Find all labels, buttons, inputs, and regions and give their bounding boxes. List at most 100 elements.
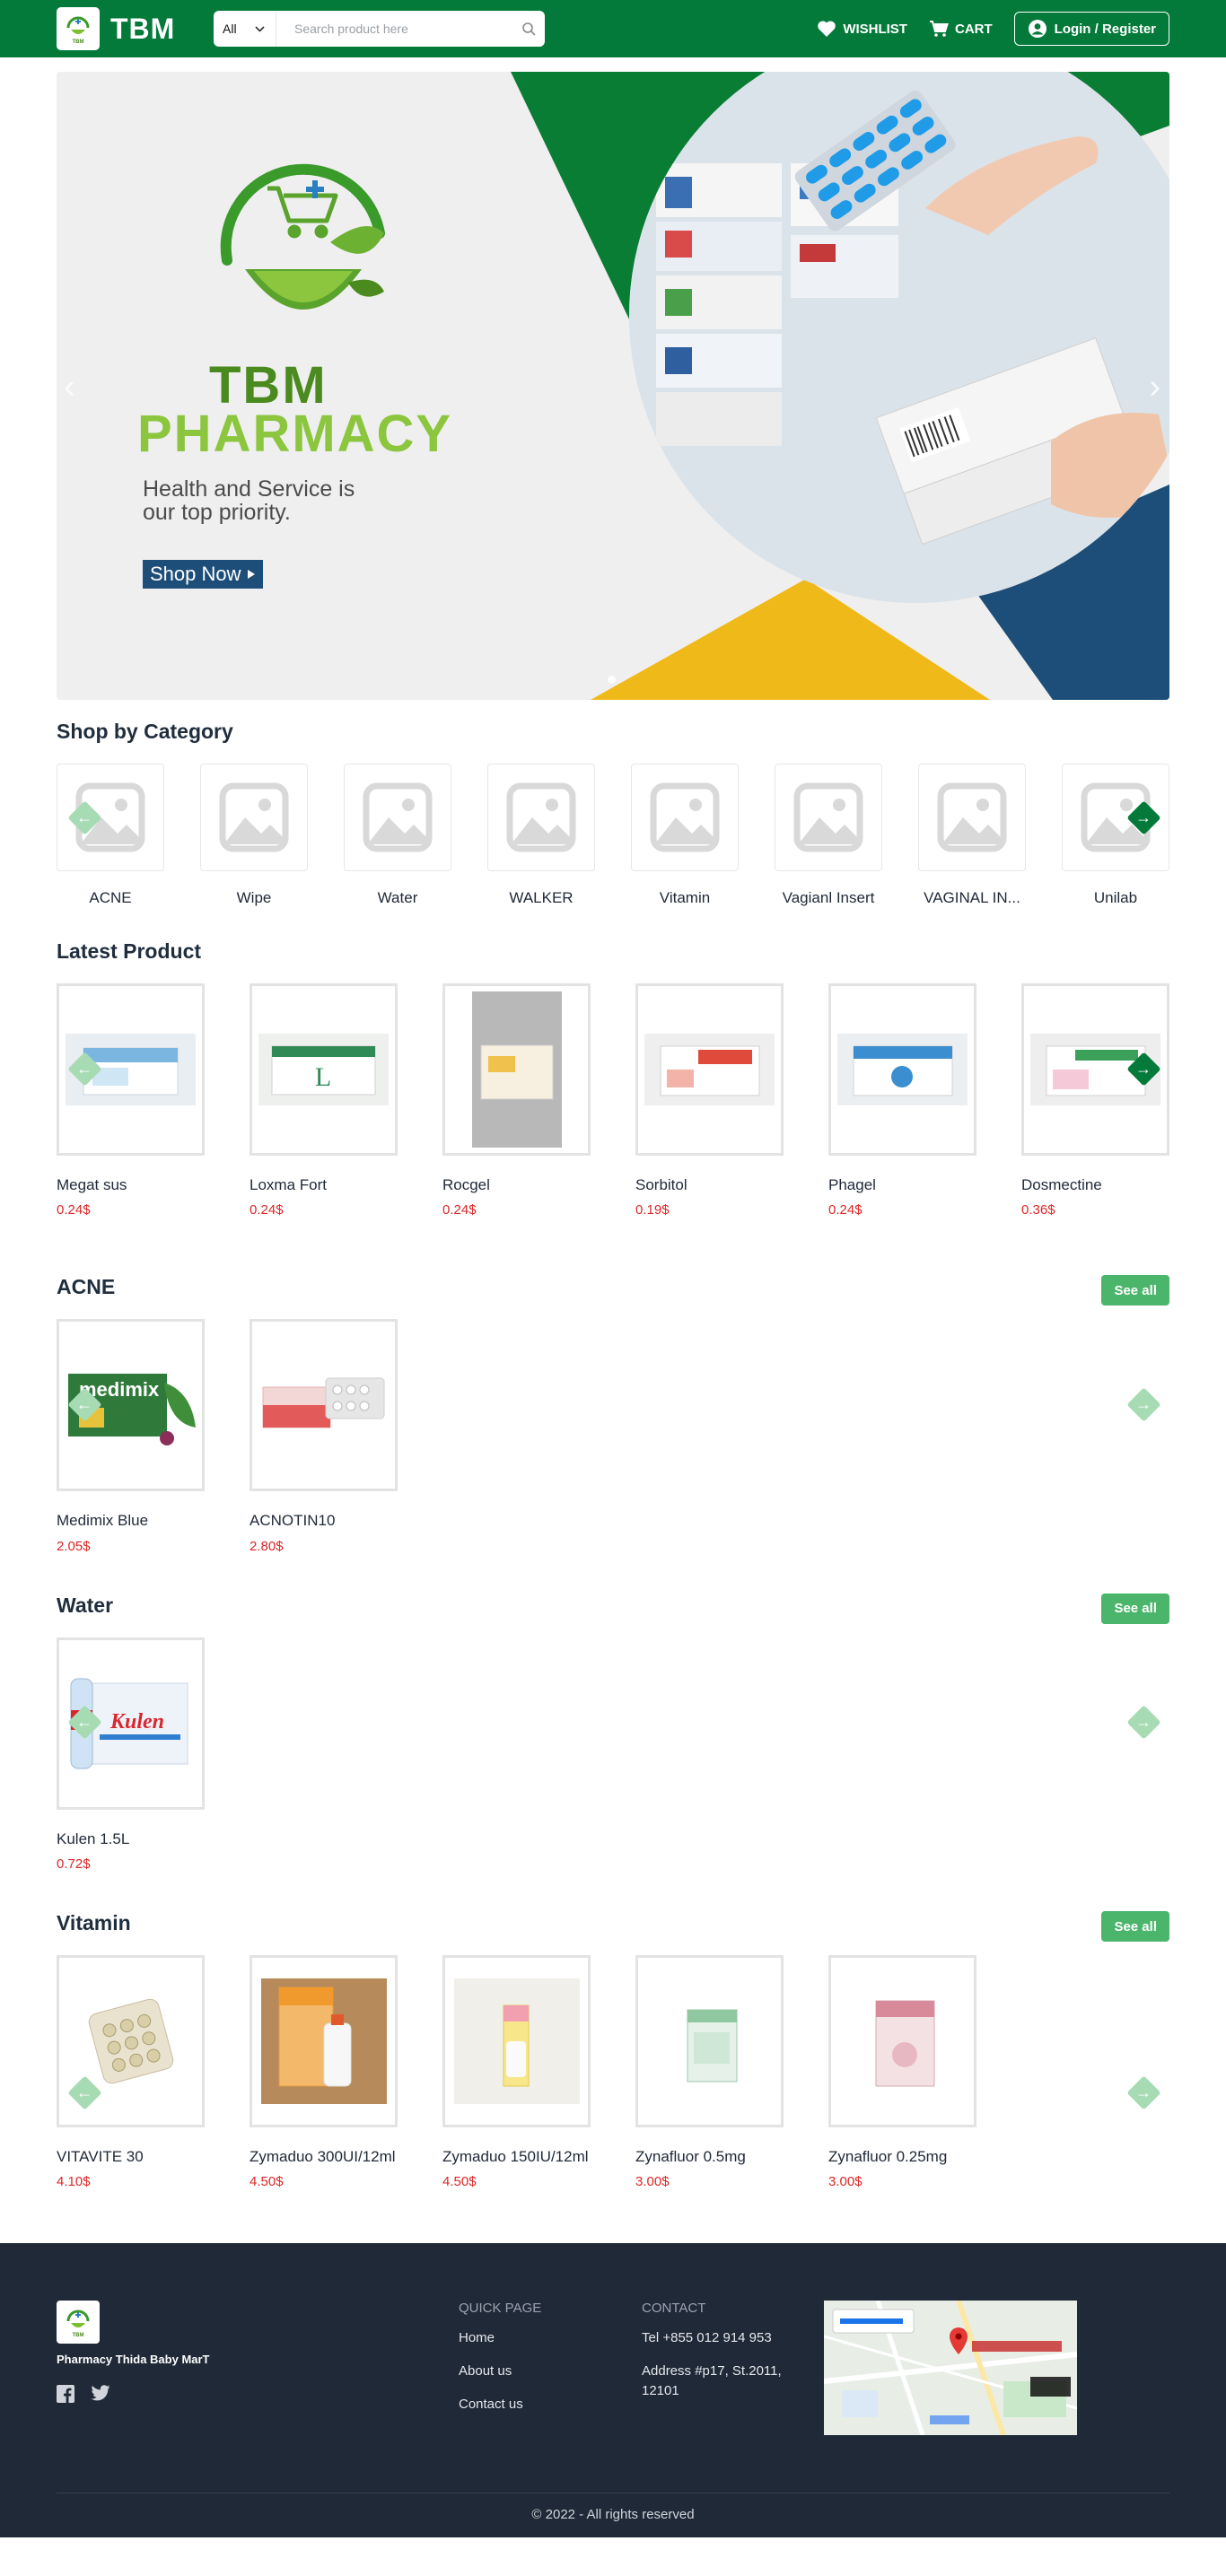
carousel-indicator-dot[interactable] <box>608 676 616 684</box>
arrow-right-icon[interactable]: → <box>1125 1051 1161 1087</box>
category-item[interactable]: Water <box>344 764 451 907</box>
social-links <box>57 2385 110 2404</box>
product-price: 2.05$ <box>57 1538 91 1554</box>
category-item[interactable]: ACNE <box>57 764 164 907</box>
product-name[interactable]: Megat sus <box>57 1174 205 1197</box>
shop-now-button[interactable]: Shop Now <box>143 560 263 589</box>
arrow-left-icon[interactable]: ← <box>66 1705 102 1740</box>
footer-link-contact[interactable]: Contact us <box>459 2395 541 2414</box>
footer-link-home[interactable]: Home <box>459 2328 541 2348</box>
vitamin-section: Vitamin See all VITAVITE 30 4.10$ Zymadu… <box>57 1911 1169 2189</box>
product-card[interactable]: Zynafluor 0.25mg 3.00$ <box>828 1955 976 2189</box>
category-item[interactable]: Unilab <box>1062 764 1169 907</box>
product-card[interactable]: Megat sus 0.24$ <box>57 983 205 1218</box>
carousel-prev-arrow-icon[interactable]: ‹ <box>64 368 75 406</box>
category-section: Shop by Category ACNE Wipe Water WALKER … <box>57 720 1169 907</box>
product-name[interactable]: ACNOTIN10 <box>250 1509 398 1533</box>
quick-page-heading: QUICK PAGE <box>459 2301 542 2317</box>
category-carousel: ACNE Wipe Water WALKER Vitamin Vagianl I… <box>57 764 1169 907</box>
cart-icon <box>929 21 949 37</box>
product-card[interactable]: ACNOTIN10 2.80$ <box>250 1319 398 1554</box>
product-price: 4.50$ <box>442 2174 477 2190</box>
product-card[interactable]: VITAVITE 30 4.10$ <box>57 1955 205 2189</box>
contact-tel[interactable]: Tel +855 012 914 953 <box>642 2328 812 2348</box>
see-all-button[interactable]: See all <box>1101 1593 1169 1624</box>
product-name[interactable]: Medimix Blue <box>57 1509 205 1533</box>
product-card[interactable]: Sorbitol 0.19$ <box>635 983 784 1218</box>
category-item[interactable]: Wipe <box>200 764 308 907</box>
product-name[interactable]: Zynafluor 0.25mg <box>828 2145 976 2169</box>
category-item[interactable]: Vagianl Insert <box>775 764 882 907</box>
product-card[interactable]: Rocgel 0.24$ <box>442 983 591 1218</box>
product-card[interactable]: Zynafluor 0.5mg 3.00$ <box>635 1955 784 2189</box>
product-price: 0.24$ <box>828 1202 863 1218</box>
product-name[interactable]: VITAVITE 30 <box>57 2145 205 2169</box>
contact-address: Address #p17, St.2011, 12101 <box>642 2363 782 2398</box>
product-image <box>250 1319 398 1492</box>
product-name[interactable]: Zynafluor 0.5mg <box>635 2145 784 2169</box>
arrow-left-icon[interactable]: ← <box>66 2074 102 2110</box>
arrow-right-icon[interactable]: → <box>1125 799 1161 835</box>
product-name[interactable]: Zymaduo 300UI/12ml <box>250 2145 398 2169</box>
product-card[interactable]: medimix Medimix Blue 2.05$ <box>57 1319 205 1554</box>
search-input[interactable] <box>276 11 512 47</box>
brand-logo: TBM <box>57 7 100 50</box>
category-name: Vitamin <box>659 889 711 906</box>
acne-section-title: ACNE <box>57 1275 116 1299</box>
product-card[interactable]: Zymaduo 150IU/12ml 4.50$ <box>442 1955 591 2189</box>
see-all-button[interactable]: See all <box>1101 1911 1169 1943</box>
see-all-button[interactable]: See all <box>1101 1275 1169 1306</box>
vitamin-section-title: Vitamin <box>57 1911 131 1935</box>
arrow-left-icon[interactable]: ← <box>66 1387 102 1422</box>
arrow-right-icon[interactable]: → <box>1125 1387 1161 1422</box>
product-price: 0.24$ <box>442 1202 477 1218</box>
category-name: Unilab <box>1093 889 1138 906</box>
cart-link[interactable]: CART <box>929 20 993 38</box>
product-name[interactable]: Kulen 1.5L <box>57 1828 205 1851</box>
search-category-value: All <box>223 22 237 36</box>
product-price: 3.00$ <box>828 2174 863 2190</box>
product-name[interactable]: Sorbitol <box>635 1174 784 1197</box>
login-register-button[interactable]: Login / Register <box>1013 12 1169 46</box>
category-name: VAGINAL IN... <box>924 889 1020 906</box>
product-card[interactable]: Phagel 0.24$ <box>828 983 976 1218</box>
carousel-next-arrow-icon[interactable]: › <box>1149 368 1160 406</box>
arrow-right-icon[interactable]: → <box>1125 2074 1161 2110</box>
arrow-left-icon[interactable]: ← <box>66 1051 102 1087</box>
product-card[interactable]: Zymaduo 300UI/12ml 4.50$ <box>250 1955 398 2189</box>
category-item[interactable]: Vitamin <box>631 764 739 907</box>
wishlist-label: WISHLIST <box>843 21 907 37</box>
login-label: Login / Register <box>1054 21 1156 37</box>
play-triangle-icon <box>247 570 255 579</box>
product-name[interactable]: Loxma Fort <box>250 1174 398 1197</box>
product-card[interactable]: L Loxma Fort 0.24$ <box>250 983 398 1218</box>
hero-carousel: TBM PHARMACY Health and Service is our t… <box>57 72 1169 700</box>
category-item[interactable]: WALKER <box>487 764 595 907</box>
footer-logo[interactable]: TBM <box>57 2301 100 2345</box>
wishlist-link[interactable]: WISHLIST <box>817 20 907 38</box>
product-name[interactable]: Rocgel <box>442 1174 591 1197</box>
category-name: Wipe <box>236 889 272 906</box>
category-item[interactable]: VAGINAL IN... <box>918 764 1026 907</box>
search-icon[interactable] <box>512 22 545 36</box>
chevron-down-icon <box>255 25 265 32</box>
category-name: Vagianl Insert <box>782 889 875 906</box>
water-product-carousel: Kulen Kulen 1.5L 0.72$ ← → <box>57 1637 1169 1872</box>
arrow-right-icon[interactable]: → <box>1125 1705 1161 1740</box>
acne-product-carousel: medimix Medimix Blue 2.05$ ACNOTIN10 2.8… <box>57 1319 1169 1554</box>
site-footer: TBM Pharmacy Thida Baby MarT QUICK PAGE … <box>0 2243 1226 2538</box>
footer-link-about[interactable]: About us <box>459 2362 541 2381</box>
arrow-left-icon[interactable]: ← <box>66 799 102 835</box>
product-name[interactable]: Phagel <box>828 1174 976 1197</box>
product-card[interactable]: Dosmectine 0.36$ <box>1021 983 1169 1218</box>
product-name[interactable]: Dosmectine <box>1021 1174 1169 1197</box>
location-map[interactable] <box>824 2301 1077 2436</box>
hero-title-line2: PHARMACY <box>137 405 453 463</box>
product-name[interactable]: Zymaduo 150IU/12ml <box>442 2145 591 2169</box>
product-card[interactable]: Kulen Kulen 1.5L 0.72$ <box>57 1637 205 1872</box>
brand[interactable]: TBM TBM <box>57 7 175 50</box>
search-category-select[interactable]: All <box>214 11 276 47</box>
svg-text:TBM: TBM <box>73 2333 84 2338</box>
twitter-icon[interactable] <box>91 2385 110 2401</box>
facebook-icon[interactable] <box>57 2385 74 2404</box>
